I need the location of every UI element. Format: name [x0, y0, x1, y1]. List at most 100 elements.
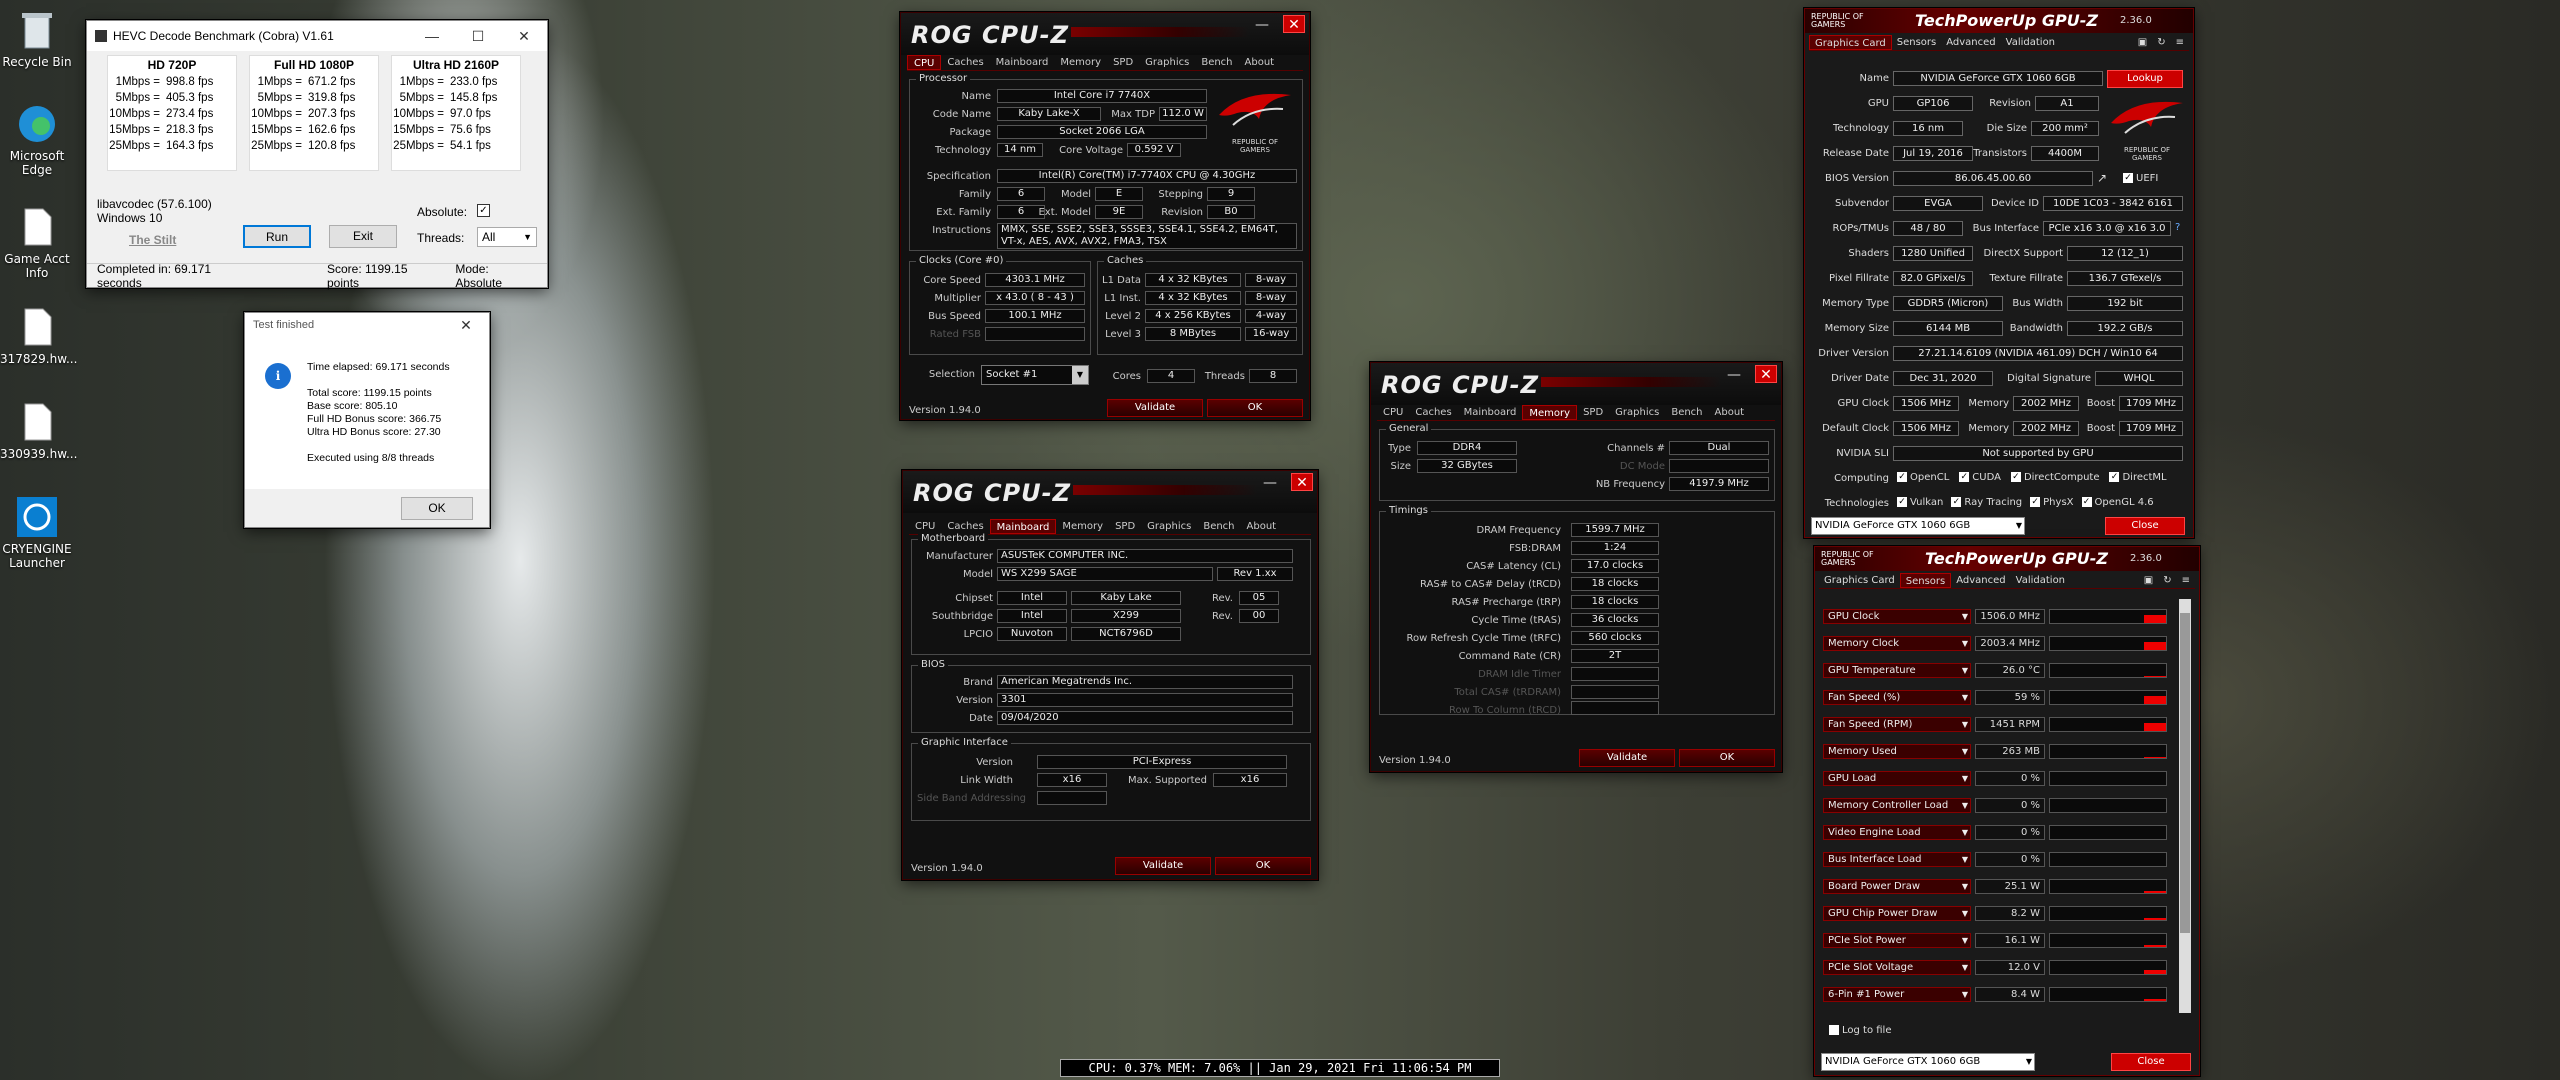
validate-button[interactable]: Validate	[1579, 749, 1675, 767]
tab-caches[interactable]: Caches	[941, 55, 989, 70]
ok-button[interactable]: OK	[1207, 399, 1303, 417]
gpu-select[interactable]: NVIDIA GeForce GTX 1060 6GB ▼	[1821, 1053, 2035, 1071]
tab-memory[interactable]: Memory	[1056, 519, 1109, 534]
validate-button[interactable]: Validate	[1107, 399, 1203, 417]
tab-caches[interactable]: Caches	[941, 519, 989, 534]
tab-spd[interactable]: SPD	[1107, 55, 1139, 70]
share-icon[interactable]: ↗	[2097, 171, 2107, 185]
cpuz-memory-window: ROG CPU-Z — ✕ CPU Caches Mainboard Memory SPD G…	[1370, 362, 1782, 772]
minimize-button[interactable]: —	[1263, 475, 1277, 491]
exit-button[interactable]: Exit	[329, 225, 397, 248]
tab-caches[interactable]: Caches	[1409, 405, 1457, 420]
tab-bench[interactable]: Bench	[1665, 405, 1708, 420]
tab-graphics[interactable]: Graphics	[1141, 519, 1197, 534]
tab-about[interactable]: About	[1709, 405, 1751, 420]
sensor-name-select[interactable]: GPU Load ▼	[1823, 771, 1971, 786]
tab-graphics-card[interactable]: Graphics Card	[1809, 35, 1892, 50]
close-button[interactable]: Close	[2105, 517, 2185, 535]
tab-advanced[interactable]: Advanced	[1941, 35, 2000, 50]
tab-sensors[interactable]: Sensors	[1892, 35, 1942, 50]
tab-bench[interactable]: Bench	[1197, 519, 1240, 534]
gpu-select[interactable]: NVIDIA GeForce GTX 1060 6GB ▼	[1811, 517, 2025, 535]
sensor-name-select[interactable]: PCIe Slot Power ▼	[1823, 933, 1971, 948]
tab-memory[interactable]: Memory	[1522, 405, 1578, 420]
sensor-name-select[interactable]: PCIe Slot Voltage ▼	[1823, 960, 1971, 975]
tab-cpu[interactable]: CPU	[907, 55, 942, 70]
fps-value: 207.3 fps	[308, 108, 356, 120]
log-to-file-checkbox[interactable]: Log to file	[1829, 1025, 1892, 1036]
camera-icon[interactable]: ▣	[2139, 573, 2158, 588]
tab-about[interactable]: About	[1239, 55, 1281, 70]
tab-mainboard[interactable]: Mainboard	[989, 519, 1057, 534]
tab-validation[interactable]: Validation	[2001, 35, 2060, 50]
validate-button[interactable]: Validate	[1115, 857, 1211, 875]
sensor-name-select[interactable]: GPU Clock ▼	[1823, 609, 1971, 624]
tab-about[interactable]: About	[1241, 519, 1283, 534]
minimize-button[interactable]: —	[1727, 367, 1741, 383]
sensor-name-select[interactable]: 6-Pin #1 Power ▼	[1823, 987, 1971, 1002]
close-button[interactable]: ✕	[443, 317, 489, 334]
maximize-button[interactable]: ☐	[455, 28, 501, 45]
sensor-name-select[interactable]: Video Engine Load ▼	[1823, 825, 1971, 840]
minimize-button[interactable]: —	[409, 28, 455, 45]
tab-sensors[interactable]: Sensors	[1899, 573, 1952, 588]
close-button[interactable]: ✕	[1283, 15, 1305, 33]
scroll-thumb[interactable]	[2180, 613, 2190, 933]
sensor-name-select[interactable]: GPU Chip Power Draw ▼	[1823, 906, 1971, 921]
stilt-link[interactable]: The Stilt	[129, 233, 176, 247]
close-button[interactable]: Close	[2111, 1053, 2191, 1071]
minimize-button[interactable]: —	[1255, 17, 1269, 33]
desktop-icon-cryengine[interactable]: CRYENGINE Launcher	[0, 495, 74, 570]
tab-advanced[interactable]: Advanced	[1951, 573, 2010, 588]
menu-icon[interactable]: ≡	[2171, 35, 2189, 50]
tab-graphics[interactable]: Graphics	[1139, 55, 1195, 70]
fps-value: 319.8 fps	[308, 92, 356, 104]
sensor-name-select[interactable]: Memory Controller Load ▼	[1823, 798, 1971, 813]
rops-field: 48 / 80	[1893, 221, 1963, 236]
desktop-icon-recycle-bin[interactable]: Recycle Bin	[0, 8, 74, 69]
tab-validation[interactable]: Validation	[2011, 573, 2070, 588]
desktop-icon-game-acct[interactable]: Game Acct Info	[0, 205, 74, 280]
model-revision-field: Rev 1.xx	[1217, 567, 1293, 581]
absolute-checkbox[interactable]: ✓	[477, 204, 490, 217]
camera-icon[interactable]: ▣	[2133, 35, 2152, 50]
scrollbar[interactable]	[2179, 599, 2191, 1013]
tab-spd[interactable]: SPD	[1577, 405, 1609, 420]
desktop-icon-file-317829[interactable]: 317829.hw...	[0, 305, 77, 366]
tab-graphics[interactable]: Graphics	[1609, 405, 1665, 420]
sensor-name-select[interactable]: Memory Used ▼	[1823, 744, 1971, 759]
tab-graphics-card[interactable]: Graphics Card	[1819, 573, 1900, 588]
close-button[interactable]: ✕	[501, 28, 547, 45]
tab-mainboard[interactable]: Mainboard	[1458, 405, 1523, 420]
sensor-name-select[interactable]: Memory Clock ▼	[1823, 636, 1971, 651]
ok-button[interactable]: OK	[1679, 749, 1775, 767]
help-icon[interactable]: ?	[2175, 222, 2180, 233]
bios-brand-label: Brand	[963, 677, 993, 688]
close-button[interactable]: ✕	[1755, 365, 1777, 383]
desktop-icon-file-330939[interactable]: 330939.hw...	[0, 400, 77, 461]
ok-button[interactable]: OK	[1215, 857, 1311, 875]
lookup-button[interactable]: Lookup	[2107, 70, 2183, 88]
tab-bench[interactable]: Bench	[1195, 55, 1238, 70]
sensor-name-select[interactable]: Bus Interface Load ▼	[1823, 852, 1971, 867]
title-bar: HEVC Decode Benchmark (Cobra) V1.61 — ☐ ✕	[87, 21, 547, 51]
refresh-icon[interactable]: ↻	[2158, 573, 2176, 588]
tab-bar: CPU Caches Mainboard Memory SPD Graphics Bench…	[907, 55, 1303, 71]
sensor-name-select[interactable]: Fan Speed (%) ▼	[1823, 690, 1971, 705]
menu-icon[interactable]: ≡	[2177, 573, 2195, 588]
tab-cpu[interactable]: CPU	[1377, 405, 1409, 420]
threads-select[interactable]: All ▼	[477, 227, 537, 247]
desktop-icon-edge[interactable]: Microsoft Edge	[0, 102, 74, 177]
tab-memory[interactable]: Memory	[1054, 55, 1107, 70]
tab-mainboard[interactable]: Mainboard	[990, 55, 1055, 70]
refresh-icon[interactable]: ↻	[2152, 35, 2170, 50]
close-button[interactable]: ✕	[1291, 473, 1313, 491]
ok-button[interactable]: OK	[401, 497, 473, 520]
sensor-name-select[interactable]: Fan Speed (RPM) ▼	[1823, 717, 1971, 732]
tab-spd[interactable]: SPD	[1109, 519, 1141, 534]
run-button[interactable]: Run	[243, 225, 311, 248]
sensor-name-select[interactable]: GPU Temperature ▼	[1823, 663, 1971, 678]
socket-select[interactable]: Socket #1 ▼	[981, 365, 1089, 385]
sensor-name-select[interactable]: Board Power Draw ▼	[1823, 879, 1971, 894]
tab-cpu[interactable]: CPU	[909, 519, 941, 534]
